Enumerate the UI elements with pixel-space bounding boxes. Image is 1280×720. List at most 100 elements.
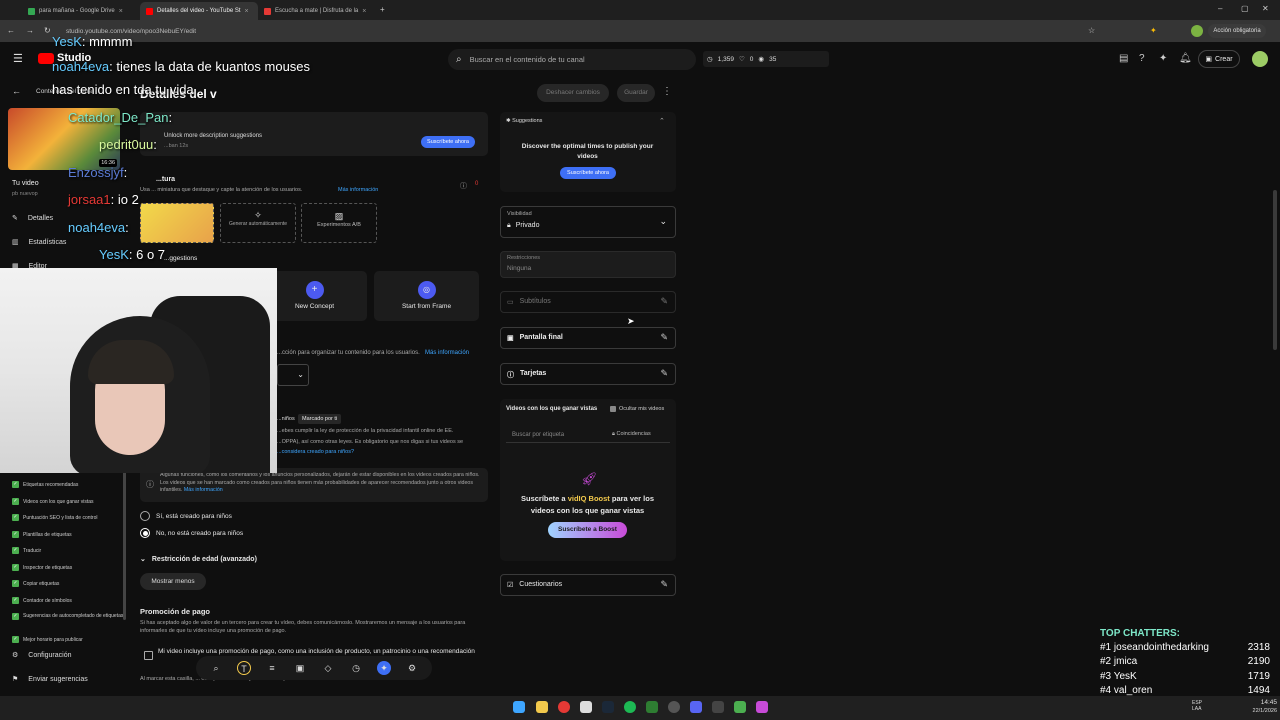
checklist-item[interactable]: ✓ Contador de símbolos [12, 597, 72, 604]
suggestions-subscribe-button[interactable]: Suscríbete ahora [560, 167, 616, 179]
kids-note-more-link[interactable]: Más información [184, 487, 223, 493]
help-icon[interactable]: ? [1139, 53, 1145, 64]
forward-icon[interactable]: → [26, 26, 34, 35]
sparkle-icon[interactable]: ✦ [1159, 53, 1167, 64]
reload-icon[interactable]: ↻ [44, 26, 51, 35]
playlist-select[interactable]: ⌄ [277, 364, 309, 386]
back-icon[interactable]: ← [7, 26, 15, 35]
file-explorer-icon[interactable] [536, 701, 548, 713]
show-less-button[interactable]: Mostrar menos [140, 573, 206, 590]
image-icon[interactable]: ▣ [293, 661, 307, 675]
undo-button[interactable]: Deshacer cambios [537, 84, 609, 102]
checklist-item[interactable]: ✓ Traducir [12, 547, 41, 554]
language-indicator[interactable]: ESP LAA [1192, 700, 1208, 712]
checklist-item[interactable]: ✓ Puntuación SEO y lista de control [12, 514, 98, 521]
start-frame-card[interactable]: ◎ Start from Frame [374, 271, 479, 321]
obs-icon[interactable] [712, 701, 724, 713]
tab-studio[interactable]: Detalles del video - YouTube St × [140, 2, 258, 20]
avatar[interactable] [1252, 51, 1268, 67]
text-icon[interactable]: T [237, 661, 251, 675]
sidebar-item-settings[interactable]: ⚙ Configuración [12, 651, 71, 660]
cards-row[interactable]: ⓘ Tarjetas ✎ [500, 363, 676, 385]
chrome-icon[interactable] [558, 701, 570, 713]
windows-start-icon[interactable] [513, 701, 525, 713]
checklist-item[interactable]: ✓ Inspector de etiquetas [12, 564, 72, 571]
bell-icon[interactable]: 🔔︎ [1179, 53, 1192, 64]
menu-icon[interactable]: ☰ [13, 52, 23, 65]
sidebar-item-details[interactable]: ✎ Detalles [12, 214, 53, 223]
quizzes-row[interactable]: ☑ Cuestionarios ✎ [500, 574, 676, 596]
generate-thumbnail-button[interactable]: ✧ Generar automáticamente [220, 203, 296, 243]
new-concept-card[interactable]: + New Concept [262, 271, 367, 321]
extension-icon[interactable]: ✦ [1150, 26, 1157, 35]
tab-google-drive[interactable]: para mañana - Google Drive × [22, 2, 140, 20]
checklist-item[interactable]: ✓ Etiquetas recomendadas [12, 481, 78, 488]
hide-mine-toggle[interactable]: Ocultar mis videos [610, 406, 664, 412]
update-button[interactable]: Acción obligatoria [1208, 24, 1266, 38]
ai-sparkle-icon[interactable]: ✦ [377, 661, 391, 675]
radio-no[interactable]: No, no está creado para niños [140, 528, 243, 538]
discord-icon[interactable] [690, 701, 702, 713]
matches-toggle[interactable]: 🔒︎ Coincidencias [612, 431, 651, 438]
minimize-icon[interactable]: – [1218, 4, 1222, 13]
close-icon[interactable]: × [245, 8, 249, 15]
clock-icon[interactable]: ◷ [349, 661, 363, 675]
promo-subscribe-button[interactable]: Suscríbete ahora [421, 136, 475, 148]
url-field[interactable]: studio.youtube.com/video/npoo3NebuEY/edi… [60, 25, 1050, 38]
boost-subscribe-button[interactable]: Suscríbete a Boost [548, 522, 627, 538]
checklist-item[interactable]: ✓ Sugerencias de autocompletado de etique… [12, 613, 124, 620]
pencil-icon[interactable]: ✎ [660, 579, 668, 590]
end-screen-row[interactable]: ▣ Pantalla final ✎ [500, 327, 676, 349]
app-icon[interactable] [756, 701, 768, 713]
chatter-row: #2 jmica 2190 [1100, 655, 1270, 669]
close-icon[interactable]: × [119, 8, 123, 15]
comments-icon[interactable]: ▤ [1119, 53, 1128, 64]
tag-icon[interactable]: ◇ [321, 661, 335, 675]
pencil-icon[interactable]: ✎ [660, 296, 668, 307]
save-button[interactable]: Guardar [617, 84, 655, 102]
page-scrollbar[interactable] [1273, 190, 1277, 350]
app-icon[interactable] [668, 701, 680, 713]
search-input[interactable]: ⌕ Buscar en el contenido de tu canal [448, 49, 696, 70]
checklist-item[interactable]: ✓ Copiar etiquetas [12, 580, 59, 587]
notepad-icon[interactable] [580, 701, 592, 713]
audience-link[interactable]: ...considera creado para niños? [277, 449, 354, 455]
tab-music[interactable]: Escucha a mate | Disfruta de la × [258, 2, 376, 20]
thumbnail-more-link[interactable]: Más información [338, 187, 378, 193]
more-options-icon[interactable]: ⋮ [662, 86, 672, 97]
checklist-item[interactable]: ✓ Videos con los que ganar vistas [12, 498, 94, 505]
clock[interactable]: 14:45 22/1/2026 [1243, 699, 1277, 715]
star-icon[interactable]: ☆ [1088, 26, 1095, 35]
window-close-icon[interactable]: ✕ [1262, 4, 1269, 13]
subtitles-row[interactable]: ▭ Subtítulos ✎ [500, 291, 676, 313]
sidebar-scrollbar[interactable] [123, 470, 126, 620]
close-icon[interactable]: × [362, 8, 366, 15]
spotify-icon[interactable] [624, 701, 636, 713]
app-icon[interactable] [734, 701, 746, 713]
app-icon[interactable] [646, 701, 658, 713]
pencil-icon[interactable]: ✎ [660, 368, 668, 379]
list-icon[interactable]: ≡ [265, 661, 279, 675]
radio-yes[interactable]: Sí, está creado para niños [140, 511, 232, 521]
new-tab-icon[interactable]: + [380, 5, 385, 14]
sidebar-item-analytics[interactable]: ▥ Estadísticas [12, 238, 66, 247]
ab-test-button[interactable]: ▨ Experimentos A/B [301, 203, 377, 243]
pencil-icon[interactable]: ✎ [660, 332, 668, 343]
chevron-up-icon[interactable]: ⌃ [659, 117, 665, 125]
create-button[interactable]: ▣ Crear [1198, 50, 1240, 68]
playlist-more-link[interactable]: Más información [425, 350, 469, 356]
profile-avatar[interactable] [1191, 25, 1203, 37]
checklist-item[interactable]: ✓ Mejor horario para publicar [12, 636, 83, 643]
back-arrow-icon[interactable]: ← [12, 86, 21, 96]
gear-icon[interactable]: ⚙ [405, 661, 419, 675]
thumbnail-option-upload[interactable] [140, 203, 214, 243]
search-icon[interactable]: ⌕ [209, 661, 223, 675]
visibility-select[interactable]: Visibilidad 🔒︎ Privado ⌄ [500, 206, 676, 238]
age-restriction-toggle[interactable]: ⌄ Restricción de edad (avanzado) [140, 555, 257, 564]
channel-stats-widget[interactable]: ◷ 1,359 ♡ 0 ◉ 35 [703, 51, 829, 67]
sidebar-item-feedback[interactable]: ⚑ Enviar sugerencias [12, 675, 88, 684]
maximize-icon[interactable]: ▢ [1241, 4, 1249, 13]
paid-checkbox[interactable] [144, 651, 153, 660]
checklist-item[interactable]: ✓ Plantillas de etiquetas [12, 531, 72, 538]
steam-icon[interactable] [602, 701, 614, 713]
